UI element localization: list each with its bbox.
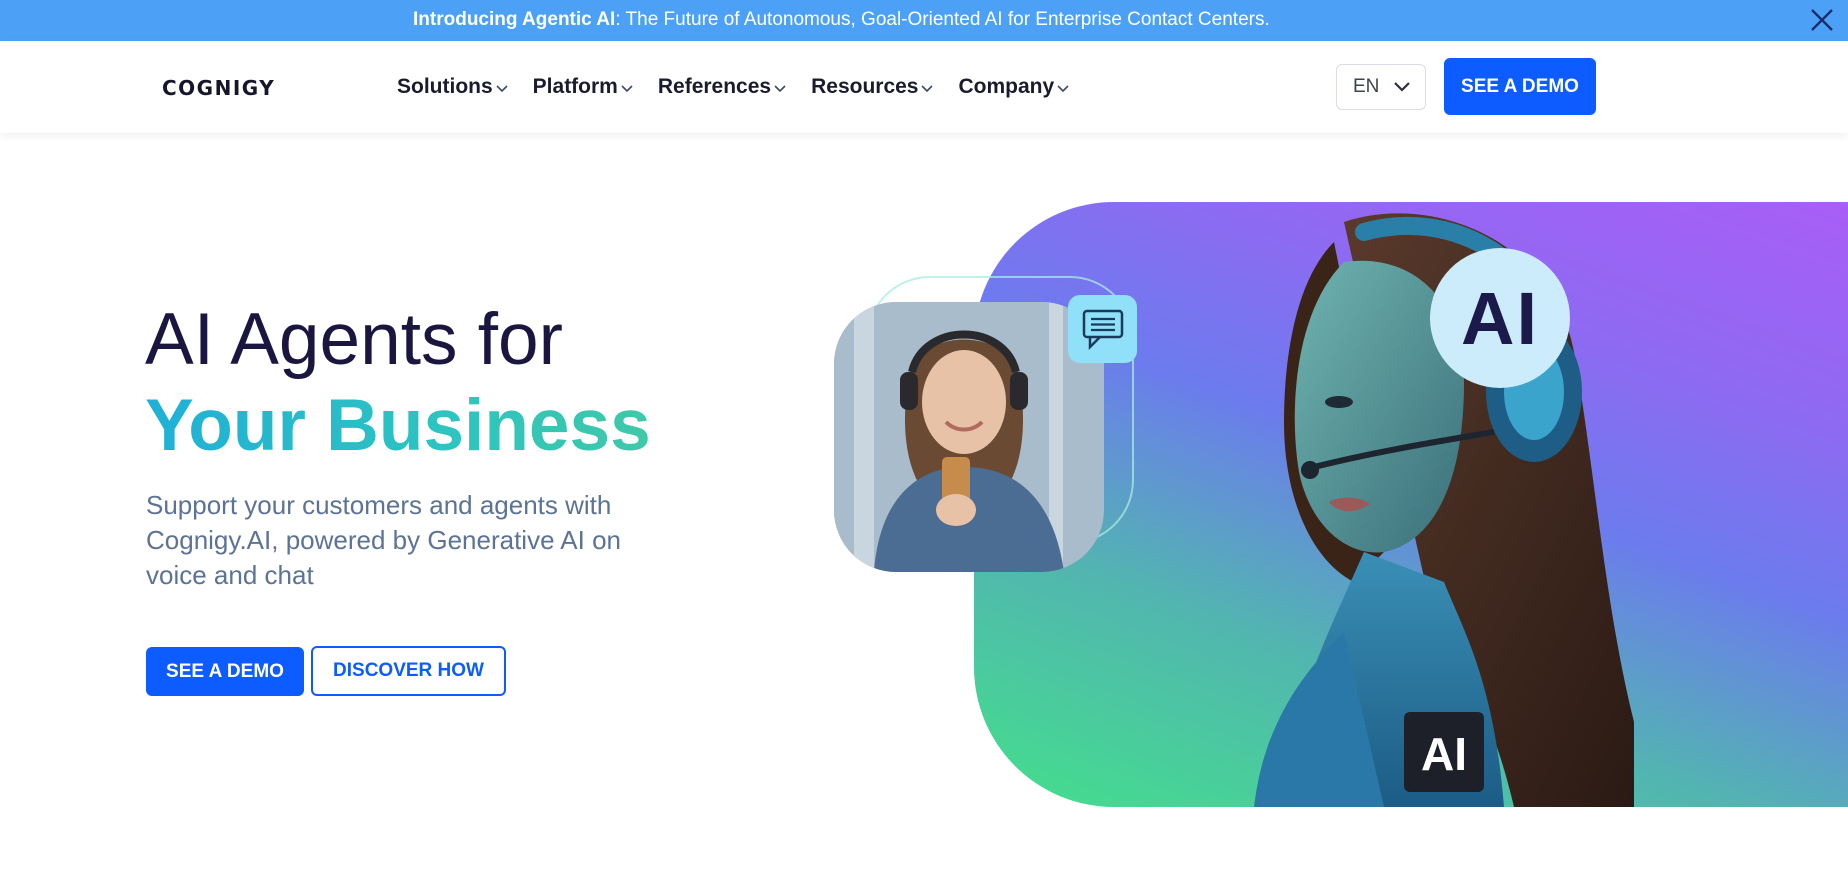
language-selector[interactable]: EN	[1336, 64, 1426, 110]
discover-how-button[interactable]: DISCOVER HOW	[311, 646, 506, 696]
chevron-down-icon	[1057, 85, 1069, 93]
announcement-rest: : The Future of Autonomous, Goal-Oriente…	[615, 9, 1270, 30]
main-nav: Solutions Platform References Resources …	[397, 75, 1094, 99]
nav-references[interactable]: References	[658, 75, 786, 99]
chevron-down-icon	[1394, 82, 1410, 92]
chevron-down-icon	[496, 85, 508, 93]
site-header: COGNIGY Solutions Platform References Re…	[0, 41, 1848, 133]
chevron-down-icon	[774, 85, 786, 93]
nav-label: Platform	[532, 75, 618, 98]
announcement-text[interactable]: Introducing Agentic AI: The Future of Au…	[413, 9, 1270, 31]
nav-label: Company	[958, 75, 1055, 98]
hero-subtitle: Support your customers and agents with C…	[146, 490, 622, 590]
see-demo-button[interactable]: SEE A DEMO	[146, 647, 304, 696]
hero-title-line2: Your Business	[145, 385, 651, 466]
chevron-down-icon	[921, 85, 934, 93]
nav-label: References	[657, 75, 772, 98]
language-value: EN	[1353, 76, 1380, 97]
nav-label: Solutions	[397, 75, 493, 98]
cognigy-logo[interactable]: COGNIGY	[162, 76, 275, 100]
agent-with-headset-image: AI	[1254, 213, 1634, 807]
nav-solutions[interactable]: Solutions	[397, 75, 508, 99]
announcement-bar: Introducing Agentic AI: The Future of Au…	[0, 0, 1848, 41]
nav-resources[interactable]: Resources	[811, 75, 934, 99]
chevron-down-icon	[621, 85, 633, 93]
sleeve-ai-badge: AI	[1421, 728, 1467, 780]
close-icon[interactable]	[1808, 6, 1836, 34]
ai-badge: AI	[1430, 248, 1570, 388]
customer-phone-photo	[834, 302, 1104, 572]
nav-company[interactable]: Company	[958, 75, 1069, 99]
hero-title-line1: AI Agents for	[145, 299, 563, 380]
nav-platform[interactable]: Platform	[533, 75, 633, 99]
see-demo-button-header[interactable]: SEE A DEMO	[1444, 58, 1596, 115]
woman-with-phone-image	[834, 302, 1104, 572]
nav-label: Resources	[811, 75, 919, 98]
chat-bubble-icon	[1068, 295, 1137, 363]
announcement-bold: Introducing Agentic AI	[413, 9, 616, 30]
